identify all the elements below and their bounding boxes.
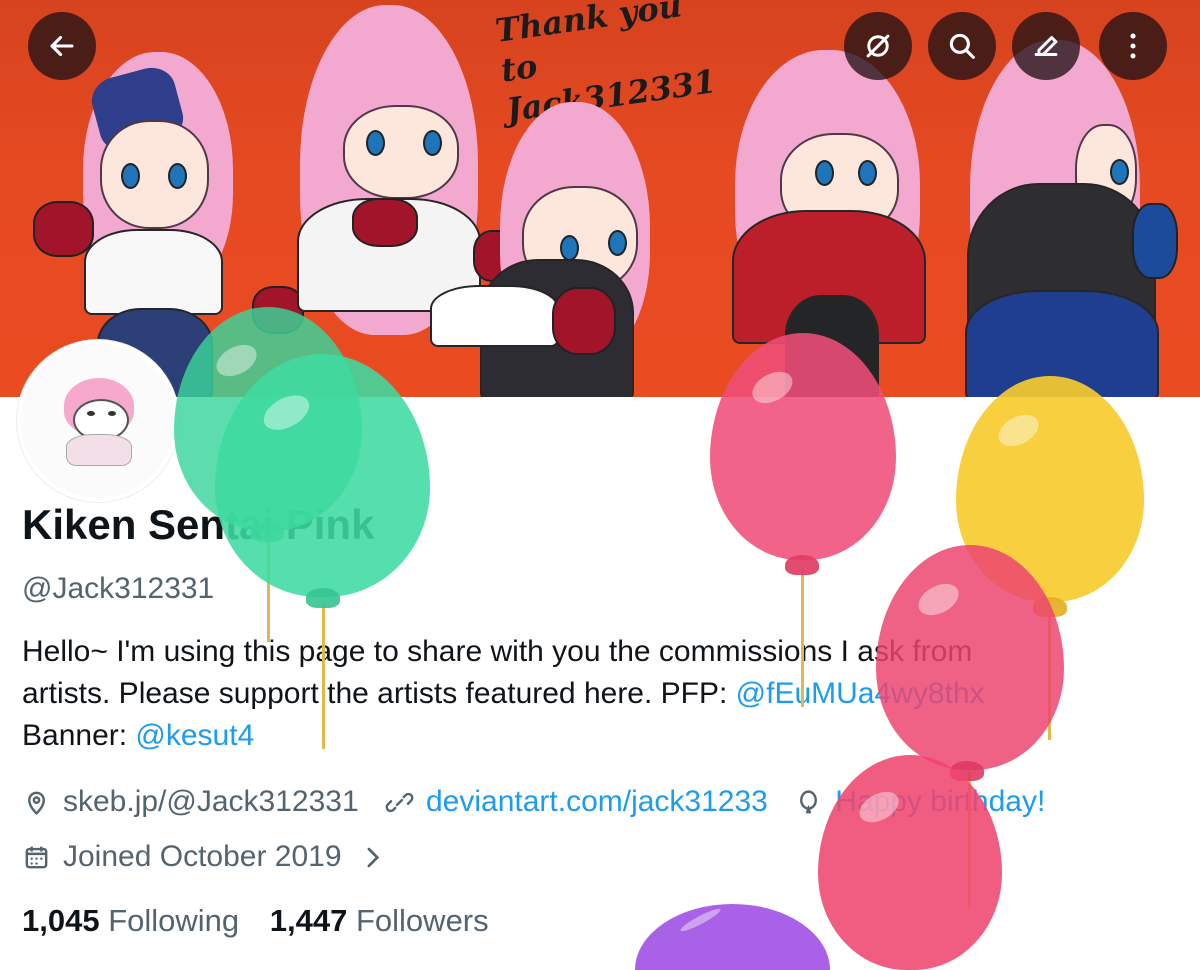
- search-icon: [949, 33, 975, 59]
- following-count[interactable]: 1,045 Following: [22, 903, 239, 938]
- banner-character-3: [430, 102, 680, 397]
- calendar-icon: [25, 846, 48, 868]
- back-button[interactable]: [28, 12, 96, 80]
- location-pin-icon: [28, 791, 45, 815]
- green-balloon-string-2: [322, 604, 325, 749]
- eye-slash-icon: [866, 34, 890, 58]
- green-balloon-knot-2: [306, 588, 340, 608]
- link-icon: [385, 792, 414, 812]
- website-link[interactable]: deviantart.com/jack31233: [426, 780, 768, 824]
- pink-balloon-knot-1: [785, 555, 819, 575]
- location-item: skeb.jp/@Jack312331: [22, 780, 359, 824]
- banner-artist-link[interactable]: @kesut4: [135, 719, 254, 752]
- website-item[interactable]: deviantart.com/jack31233: [385, 780, 768, 824]
- follow-counts: 1,045 Following 1,447 Followers: [22, 898, 511, 944]
- profile-avatar[interactable]: [17, 340, 179, 502]
- joined-item[interactable]: Joined October 2019: [22, 835, 387, 879]
- pencil-icon: [1034, 36, 1058, 56]
- arrow-left-icon: [50, 35, 74, 57]
- pink-balloon-string-1: [801, 567, 804, 707]
- location-text: skeb.jp/@Jack312331: [63, 785, 359, 818]
- edit-button[interactable]: [1012, 12, 1080, 80]
- search-button[interactable]: [928, 12, 996, 80]
- joined-row[interactable]: Joined October 2019: [22, 835, 405, 879]
- chevron-right-icon: [367, 847, 379, 867]
- followers-count[interactable]: 1,447 Followers: [270, 903, 489, 938]
- profile-handle: @Jack312331: [22, 572, 215, 605]
- banner-character-5: [925, 30, 1200, 397]
- purple-balloon: [635, 904, 830, 970]
- balloon-icon: [800, 789, 818, 813]
- more-options-button[interactable]: [1099, 12, 1167, 80]
- joined-text: Joined October 2019: [63, 840, 342, 873]
- more-vertical-icon: [1130, 33, 1136, 59]
- hide-profile-button[interactable]: [844, 12, 912, 80]
